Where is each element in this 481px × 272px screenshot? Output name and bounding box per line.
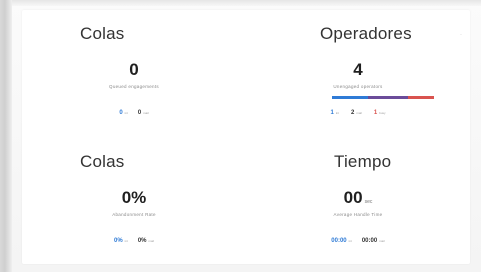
main-value: 4 [353, 60, 363, 79]
stat-int: 1 int [330, 110, 339, 116]
dashboard-screen: Colas 0 Queued engagements 0 int 0 mail … [0, 0, 481, 272]
tile-queues-engagements[interactable]: Colas 0 Queued engagements 0 int 0 mail [22, 10, 246, 134]
tile-main-value: 0% [22, 188, 246, 208]
stat-label: int [124, 239, 128, 243]
stat-int: 0 int [119, 110, 128, 116]
stat-label: mail [143, 111, 149, 115]
tile-title: Colas [80, 152, 125, 171]
stat-value: 0 [137, 110, 142, 116]
stat-value: 00:00 [331, 238, 347, 244]
tile-stats: 0% int 0% mail [22, 238, 246, 244]
stat-value: 0 [119, 110, 123, 116]
top-edge-shadow [0, 0, 481, 6]
tile-stats: 00:00 int 00:00 mail [246, 238, 470, 244]
tile-time[interactable]: Tiempo 00 sec Average Handle Time 00:00 i… [246, 138, 470, 262]
tile-title: Operadores [320, 24, 412, 43]
tile-title: Tiempo [334, 152, 392, 171]
tile-caption: Average Handle Time [333, 212, 383, 217]
stat-int: 0% int [114, 238, 128, 244]
stat-mail: 0% mail [138, 238, 154, 244]
stat-mail: 0 mail [138, 110, 149, 116]
bar-segment-busy [408, 96, 434, 99]
stat-value: 1 [330, 110, 334, 116]
tile-main-value: 4 [246, 60, 470, 80]
bar-segment-int [332, 96, 368, 99]
stats-card: Colas 0 Queued engagements 0 int 0 mail … [22, 10, 470, 264]
tile-stats: 0 int 0 mail [22, 110, 246, 116]
stat-label: busy [379, 111, 386, 115]
stat-label: mail [356, 111, 362, 115]
tile-main-value: 00 sec [246, 188, 470, 208]
operator-status-bar [332, 96, 434, 99]
stat-mail: 2 mail [351, 110, 362, 116]
main-value: 0 [129, 60, 139, 79]
tile-stats: 1 int 2 mail 1 busy [246, 110, 470, 116]
stat-mail: 00:00 mail [362, 238, 385, 244]
bar-segment-mail [367, 96, 409, 99]
stat-busy: 1 busy [374, 110, 386, 116]
stat-value: 0% [113, 238, 123, 244]
tile-operators[interactable]: Operadores · 4 Unengaged operators 1 int… [246, 10, 470, 134]
stat-label: mail [148, 239, 155, 243]
stat-value: 0% [137, 238, 147, 244]
corner-dot-icon: · [460, 32, 462, 38]
main-value: 00 [343, 188, 363, 207]
main-value: 0% [121, 188, 147, 207]
stat-label: int [124, 111, 128, 115]
left-edge-shadow [0, 0, 12, 272]
tile-main-value: 0 [22, 60, 246, 80]
tile-caption: Abandonment Rate [112, 212, 156, 217]
stat-label: mail [379, 239, 385, 243]
tile-caption: Queued engagements [109, 84, 159, 89]
tile-caption: Unengaged operators [333, 84, 383, 89]
main-value-unit: sec [364, 199, 373, 205]
stat-value: 2 [350, 110, 355, 116]
stat-value: 00:00 [361, 238, 378, 244]
stat-label: int [335, 111, 339, 115]
tile-queues-abandonment[interactable]: Colas 0% Abandonment Rate 0% int 0% mail [22, 138, 246, 262]
stat-label: int [348, 239, 352, 243]
stat-value: 1 [373, 110, 378, 116]
stat-int: 00:00 int [331, 238, 352, 244]
tile-title: Colas [80, 24, 125, 43]
